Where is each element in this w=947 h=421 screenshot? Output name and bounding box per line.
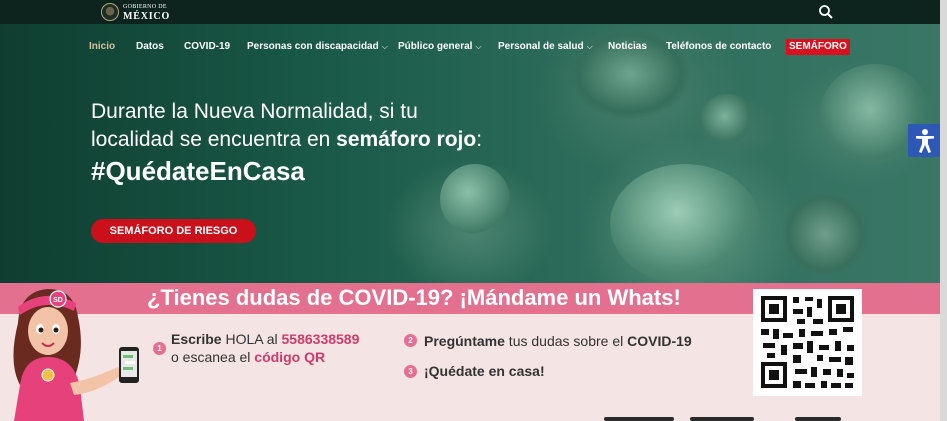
step-2-plain: tus dudas sobre el: [504, 333, 628, 349]
susana-distancia-mascot: SD: [0, 283, 150, 421]
hero-line-2-prefix: localidad se encuentra en: [91, 128, 337, 151]
hero-line-1: Durante la Nueva Normalidad, si tu: [91, 100, 418, 123]
chevron-down-icon: ⌵: [475, 42, 482, 51]
qr-code-icon: [761, 296, 854, 388]
nav-item-inicio[interactable]: Inicio: [89, 41, 115, 52]
chevron-down-icon: ⌵: [586, 42, 593, 51]
semaforo-riesgo-button[interactable]: SEMÁFORO DE RIESGO: [91, 219, 256, 243]
virus-image: [780, 194, 870, 274]
step-number-3: 3: [404, 365, 417, 378]
nav-item-datos[interactable]: Datos: [136, 41, 164, 52]
step-3-text: ¡Quédate en casa!: [424, 363, 545, 379]
nav-item-label: Personal de salud: [498, 41, 584, 52]
whatsapp-banner-title: ¿Tienes dudas de COVID-19? ¡Mándame un W…: [147, 285, 681, 310]
step-1-text: HOLA al: [221, 331, 282, 347]
virus-image: [440, 164, 510, 234]
nav-item-noticias[interactable]: Noticias: [608, 41, 647, 52]
bottom-edge-bar: [795, 417, 841, 421]
nav-item-label: Personas con discapacidad: [247, 41, 379, 52]
step-2-bold-2: COVID-19: [627, 333, 692, 349]
accessibility-icon: [916, 129, 934, 153]
nav-item-label: Público general: [398, 41, 473, 52]
whatsapp-qr-code[interactable]: [753, 289, 862, 396]
nav-item-label: Datos: [136, 41, 164, 52]
gobierno-logo[interactable]: GOBIERNO DE MÉXICO: [101, 2, 170, 22]
page-scrollbar[interactable]: [940, 0, 947, 421]
nav-item-label: Noticias: [608, 41, 647, 52]
step-1-line-2-text: o escanea el: [171, 349, 255, 365]
coat-of-arms-icon: [101, 3, 119, 21]
government-bar: GOBIERNO DE MÉXICO: [0, 0, 947, 24]
step-number-2: 2: [404, 334, 417, 347]
hero-line-2-bold: semáforo rojo: [336, 128, 477, 151]
nav-item-discapacidad[interactable]: Personas con discapacidad ⌵: [247, 41, 388, 52]
hero-line-2-suffix: :: [476, 128, 483, 151]
gobierno-logo-text: GOBIERNO DE MÉXICO: [123, 3, 171, 22]
whatsapp-phone-link[interactable]: 5586338589: [282, 331, 360, 347]
nav-item-label: Inicio: [89, 41, 116, 52]
chevron-down-icon: ⌵: [381, 42, 388, 51]
virus-image: [610, 164, 760, 284]
logo-big-text: MÉXICO: [123, 11, 171, 22]
codigo-qr-link[interactable]: código QR: [254, 349, 325, 365]
step-2-bold: Pregúntame: [424, 333, 505, 349]
nav-semaforo-button[interactable]: SEMÁFORO: [786, 39, 850, 55]
step-3-bold: ¡Quédate en casa!: [424, 363, 545, 379]
step-number-1: 1: [153, 342, 166, 355]
accessibility-button[interactable]: [908, 124, 942, 157]
nav-item-covid19[interactable]: COVID-19: [184, 41, 230, 52]
nav-item-label: Teléfonos de contacto: [666, 41, 772, 52]
mascot-badge: SD: [53, 297, 63, 304]
hero-hashtag: #QuédateEnCasa: [91, 156, 305, 186]
step-1-bold: Escribe: [171, 331, 222, 347]
step-1-line-2: o escanea el código QR: [171, 349, 325, 365]
search-icon: [819, 5, 833, 19]
step-1-line-1: Escribe HOLA al 5586338589: [171, 331, 359, 347]
nav-item-publico-general[interactable]: Público general ⌵: [398, 41, 482, 52]
bottom-edge-bar: [604, 417, 674, 421]
page: GOBIERNO DE MÉXICO Inicio Datos COVID-19…: [0, 0, 947, 421]
virus-image: [700, 94, 755, 144]
hero-line-2: localidad se encuentra en semáforo rojo:: [91, 128, 482, 152]
nav-item-telefonos[interactable]: Teléfonos de contacto: [666, 41, 771, 52]
phone-icon: [119, 347, 139, 383]
nav-item-label: COVID-19: [184, 41, 231, 52]
search-button[interactable]: [817, 4, 835, 20]
step-2-text: Pregúntame tus dudas sobre el COVID-19: [424, 333, 692, 349]
nav-item-personal-salud[interactable]: Personal de salud ⌵: [498, 41, 593, 52]
bottom-edge-bar: [690, 417, 754, 421]
